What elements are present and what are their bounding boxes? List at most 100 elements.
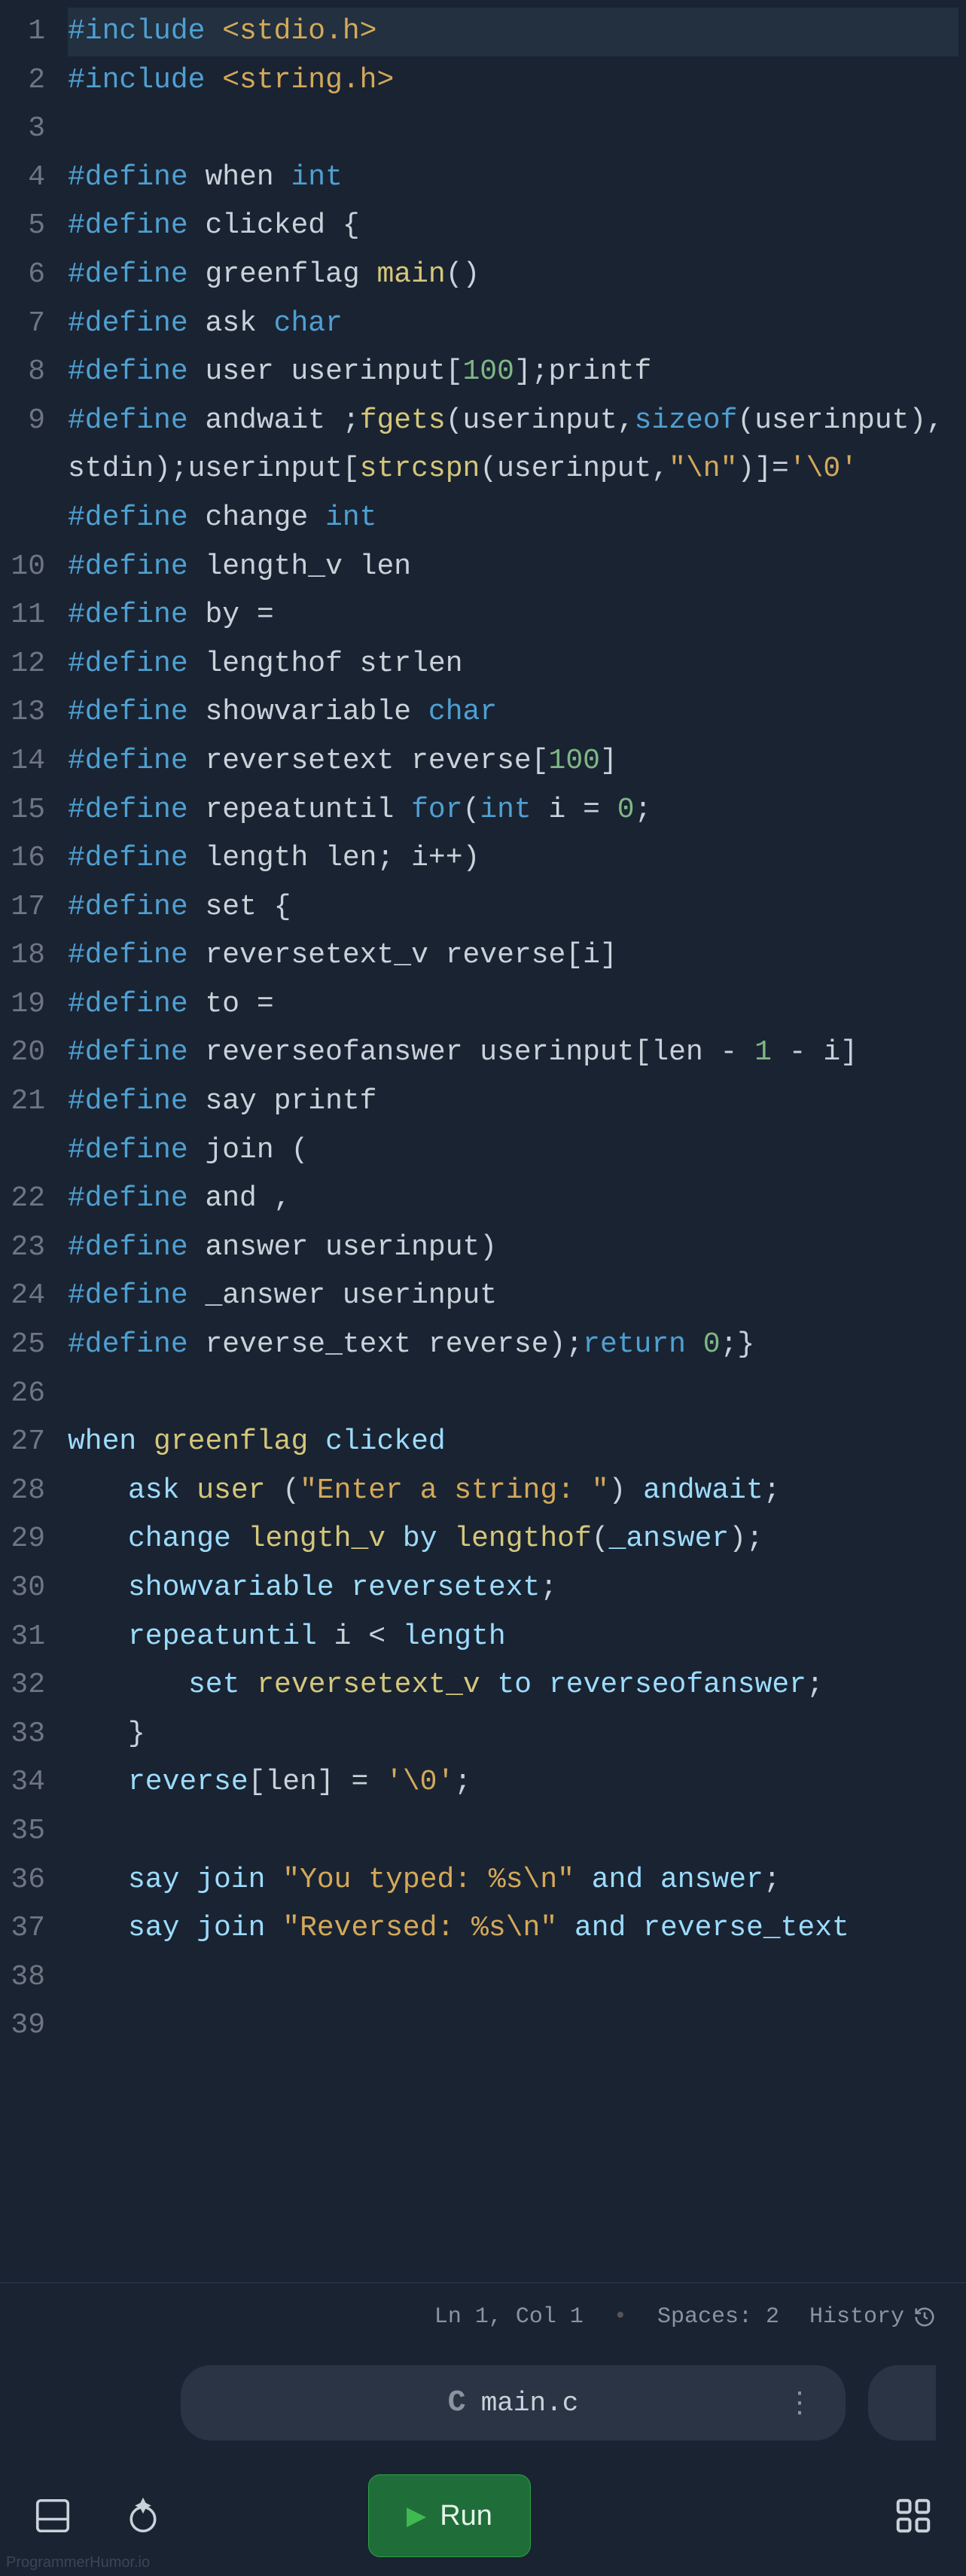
line-number: 19 bbox=[0, 980, 45, 1029]
code-line[interactable]: #define lengthof strlen bbox=[68, 640, 958, 689]
code-line[interactable]: showvariable reversetext; bbox=[68, 1564, 958, 1613]
code-line[interactable]: #include <string.h> bbox=[68, 56, 958, 105]
line-number: 11 bbox=[0, 591, 45, 640]
line-number: 34 bbox=[0, 1758, 45, 1807]
line-number: 16 bbox=[0, 834, 45, 883]
code-line[interactable]: #define by = bbox=[68, 591, 958, 640]
code-line[interactable]: #define showvariable char bbox=[68, 688, 958, 737]
code-line[interactable]: #define change int bbox=[68, 494, 958, 543]
line-number: 9 bbox=[0, 397, 45, 543]
ai-sparkle-icon[interactable] bbox=[120, 2493, 166, 2538]
play-icon: ▶ bbox=[407, 2501, 426, 2531]
line-number: 1 bbox=[0, 8, 45, 56]
code-line[interactable]: #define join ( bbox=[68, 1126, 958, 1175]
code-line[interactable]: #define length_v len bbox=[68, 543, 958, 592]
code-editor[interactable]: 1234567891011121314151617181920212223242… bbox=[0, 0, 966, 2282]
cursor-position[interactable]: Ln 1, Col 1 bbox=[434, 2304, 584, 2330]
line-number: 10 bbox=[0, 543, 45, 592]
code-line[interactable]: #include <stdio.h> bbox=[68, 8, 958, 56]
apps-grid-icon[interactable] bbox=[891, 2493, 936, 2538]
code-line[interactable]: #define and , bbox=[68, 1175, 958, 1224]
line-number: 5 bbox=[0, 202, 45, 251]
history-icon bbox=[913, 2306, 936, 2328]
line-number: 7 bbox=[0, 300, 45, 349]
line-number: 23 bbox=[0, 1224, 45, 1273]
code-line[interactable] bbox=[68, 105, 958, 154]
tab-menu-icon[interactable]: ⋮ bbox=[785, 2385, 815, 2421]
code-line[interactable]: #define length len; i++) bbox=[68, 834, 958, 883]
line-number: 31 bbox=[0, 1613, 45, 1662]
code-line[interactable]: #define andwait ;fgets(userinput,sizeof(… bbox=[68, 397, 958, 494]
code-line[interactable]: #define repeatuntil for(int i = 0; bbox=[68, 786, 958, 835]
code-line[interactable]: reverse[len] = '\0'; bbox=[68, 1758, 958, 1807]
line-number: 26 bbox=[0, 1370, 45, 1419]
line-number: 37 bbox=[0, 1904, 45, 1953]
line-number: 29 bbox=[0, 1515, 45, 1564]
run-button[interactable]: ▶ Run bbox=[368, 2474, 531, 2557]
code-line[interactable] bbox=[68, 1807, 958, 1856]
panel-layout-icon[interactable] bbox=[30, 2493, 75, 2538]
line-number: 17 bbox=[0, 883, 45, 932]
code-line[interactable]: #define set { bbox=[68, 883, 958, 932]
line-number: 14 bbox=[0, 737, 45, 786]
line-number: 18 bbox=[0, 931, 45, 980]
code-line[interactable]: #define user userinput[100];printf bbox=[68, 348, 958, 397]
line-number: 6 bbox=[0, 251, 45, 300]
code-line[interactable]: } bbox=[68, 1710, 958, 1759]
code-line[interactable]: say join "Reversed: %s\n" and reverse_te… bbox=[68, 1904, 958, 1953]
line-number: 21 bbox=[0, 1078, 45, 1175]
code-line[interactable]: #define to = bbox=[68, 980, 958, 1029]
code-line[interactable]: when greenflag clicked bbox=[68, 1418, 958, 1467]
watermark: ProgrammerHumor.io bbox=[6, 2554, 150, 2571]
code-line[interactable]: set reversetext_v to reverseofanswer; bbox=[68, 1661, 958, 1710]
code-line[interactable]: #define clicked { bbox=[68, 202, 958, 251]
line-number: 36 bbox=[0, 1856, 45, 1905]
status-bar: Ln 1, Col 1 • Spaces: 2 History bbox=[0, 2282, 966, 2350]
next-tab-stub[interactable] bbox=[868, 2365, 936, 2440]
code-line[interactable]: say join "You typed: %s\n" and answer; bbox=[68, 1856, 958, 1905]
code-line[interactable]: change length_v by lengthof(_answer); bbox=[68, 1515, 958, 1564]
line-number: 13 bbox=[0, 688, 45, 737]
tab-filename: main.c bbox=[481, 2388, 579, 2419]
indent-setting[interactable]: Spaces: 2 bbox=[657, 2304, 779, 2330]
separator: • bbox=[614, 2304, 627, 2330]
line-number: 12 bbox=[0, 640, 45, 689]
line-number: 25 bbox=[0, 1321, 45, 1370]
code-line[interactable]: #define say printf bbox=[68, 1078, 958, 1126]
code-line[interactable]: #define reversetext_v reverse[i] bbox=[68, 931, 958, 980]
code-line[interactable]: #define ask char bbox=[68, 300, 958, 349]
c-language-icon: C bbox=[448, 2386, 466, 2420]
code-line[interactable]: ask user ("Enter a string: ") andwait; bbox=[68, 1467, 958, 1516]
code-line[interactable]: #define reverse_text reverse);return 0;} bbox=[68, 1321, 958, 1370]
code-line[interactable] bbox=[68, 1370, 958, 1419]
line-number: 15 bbox=[0, 786, 45, 835]
line-number: 28 bbox=[0, 1467, 45, 1516]
line-number: 27 bbox=[0, 1418, 45, 1467]
line-number: 39 bbox=[0, 2001, 45, 2099]
line-number: 22 bbox=[0, 1175, 45, 1224]
tab-bar: C main.c ⋮ bbox=[0, 2350, 966, 2456]
code-content[interactable]: #include <stdio.h>#include <string.h> #d… bbox=[68, 8, 966, 2282]
line-number: 38 bbox=[0, 1953, 45, 2002]
line-number: 35 bbox=[0, 1807, 45, 1856]
line-number: 32 bbox=[0, 1661, 45, 1710]
line-number: 24 bbox=[0, 1272, 45, 1321]
code-line[interactable]: #define when int bbox=[68, 154, 958, 203]
code-line[interactable]: repeatuntil i < length bbox=[68, 1613, 958, 1662]
line-number: 8 bbox=[0, 348, 45, 397]
code-line[interactable]: #define reverseofanswer userinput[len - … bbox=[68, 1029, 958, 1078]
history-button[interactable]: History bbox=[809, 2304, 936, 2330]
file-tab-main[interactable]: C main.c ⋮ bbox=[181, 2365, 846, 2440]
line-number: 3 bbox=[0, 105, 45, 154]
code-line[interactable]: #define _answer userinput bbox=[68, 1272, 958, 1321]
code-line[interactable]: #define greenflag main() bbox=[68, 251, 958, 300]
code-line[interactable]: #define answer userinput) bbox=[68, 1224, 958, 1273]
line-number: 4 bbox=[0, 154, 45, 203]
line-number: 20 bbox=[0, 1029, 45, 1078]
code-line[interactable]: #define reversetext reverse[100] bbox=[68, 737, 958, 786]
line-number: 2 bbox=[0, 56, 45, 105]
line-number: 30 bbox=[0, 1564, 45, 1613]
line-number: 33 bbox=[0, 1710, 45, 1759]
line-number-gutter: 1234567891011121314151617181920212223242… bbox=[0, 8, 68, 2282]
run-label: Run bbox=[440, 2500, 492, 2532]
